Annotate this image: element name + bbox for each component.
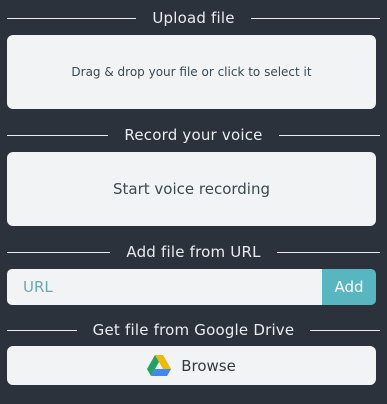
start-voice-recording-button[interactable]: Start voice recording (7, 152, 376, 226)
section-title-url: Add file from URL (126, 243, 261, 261)
upload-panel: Upload file Drag & drop your file or cli… (0, 0, 387, 404)
divider-line (7, 134, 109, 136)
google-drive-icon (147, 355, 172, 376)
divider-line (250, 17, 380, 19)
divider-line (7, 329, 77, 331)
section-record-voice: Record your voice (7, 125, 381, 145)
google-drive-browse-button[interactable]: Browse (7, 346, 376, 385)
file-dropzone[interactable]: Drag & drop your file or click to select… (7, 35, 376, 109)
url-input-group: Add (7, 269, 376, 305)
section-upload-file: Upload file (7, 8, 380, 28)
section-add-from-url: Add file from URL (7, 242, 381, 262)
divider-line (7, 251, 111, 253)
section-title-upload: Upload file (152, 9, 235, 27)
divider-line (310, 329, 380, 331)
section-title-drive: Get file from Google Drive (92, 321, 295, 339)
divider-line (278, 134, 381, 136)
url-input[interactable] (7, 269, 322, 305)
section-title-record: Record your voice (124, 126, 263, 144)
add-url-button[interactable]: Add (322, 269, 376, 305)
divider-line (276, 251, 381, 253)
section-google-drive: Get file from Google Drive (7, 320, 380, 340)
dropzone-text: Drag & drop your file or click to select… (71, 65, 312, 79)
divider-line (7, 17, 137, 19)
voice-recording-label: Start voice recording (113, 180, 270, 198)
browse-label: Browse (181, 356, 236, 375)
